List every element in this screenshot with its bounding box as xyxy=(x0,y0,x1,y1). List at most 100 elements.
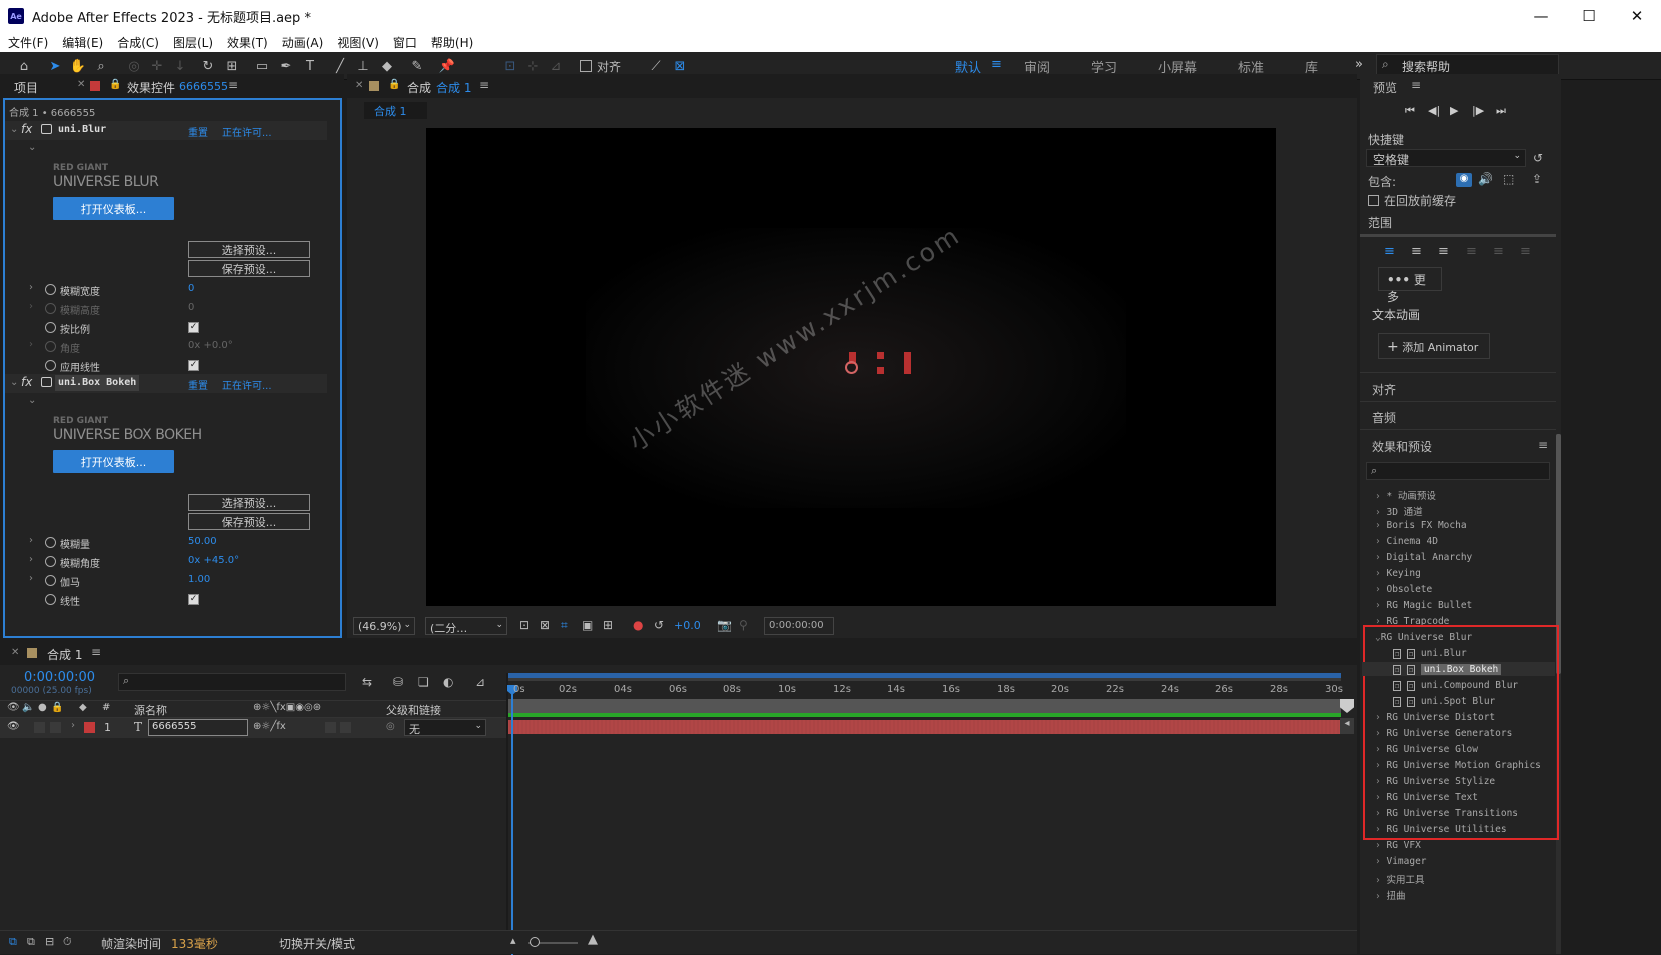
layer-label-color[interactable] xyxy=(84,722,95,733)
snapshot-icon[interactable]: 📷 xyxy=(717,618,732,632)
lock-icon[interactable]: 🔒 xyxy=(388,79,400,90)
current-time-display[interactable]: 0:00:00:00 xyxy=(764,617,834,635)
param-value[interactable]: 0x +45.0° xyxy=(188,555,239,566)
zoom-tool-icon[interactable]: ⌕ xyxy=(91,56,111,76)
stopwatch-icon[interactable] xyxy=(45,537,56,548)
panel-menu-icon[interactable]: ≡ xyxy=(479,78,489,92)
align-center-icon[interactable]: ≡ xyxy=(1411,244,1422,259)
menu-window[interactable]: 窗口 xyxy=(393,34,417,51)
selection-tool-icon[interactable]: ➤ xyxy=(45,56,65,76)
category-rg-universe-distort[interactable]: › RG Universe Distort xyxy=(1375,712,1495,723)
category-utility[interactable]: › 实用工具 xyxy=(1375,872,1424,886)
justify-right-icon[interactable]: ≡ xyxy=(1520,244,1531,259)
category-rg-magic-bullet[interactable]: › RG Magic Bullet xyxy=(1375,600,1472,611)
menu-view[interactable]: 视图(V) xyxy=(337,34,379,51)
shy-layers-icon[interactable]: ❏ xyxy=(418,675,429,689)
resolution-dropdown[interactable]: (二分… ⌄ xyxy=(425,617,507,635)
license-link[interactable]: 正在许可... xyxy=(222,377,272,392)
param-value[interactable]: 1.00 xyxy=(188,574,210,585)
toggle-switches-modes[interactable]: 切换开关/模式 xyxy=(279,935,355,952)
timeline-current-time[interactable]: 0:00:00:00 xyxy=(24,670,95,685)
adjustment-toggle[interactable] xyxy=(340,722,351,733)
save-preset-button[interactable]: 保存预设... xyxy=(188,513,310,530)
add-animator-button[interactable]: + 添加 Animator xyxy=(1378,333,1490,359)
region-of-interest-icon[interactable]: ⊡ xyxy=(519,618,529,632)
category-keying[interactable]: › Keying xyxy=(1375,568,1421,579)
zoom-out-icon[interactable]: ▴ xyxy=(510,934,516,947)
category-rg-universe-transitions[interactable]: › RG Universe Transitions xyxy=(1375,808,1518,819)
layer-search-input[interactable]: ⌕ xyxy=(118,673,346,691)
category-rg-vfx[interactable]: › RG VFX xyxy=(1375,840,1421,851)
menu-animation[interactable]: 动画(A) xyxy=(282,34,324,51)
keyframe-nav-icon[interactable]: ◂ xyxy=(1340,718,1354,734)
effect-uni-spot-blur[interactable]: ❐ ❐ uni.Spot Blur xyxy=(1393,696,1495,707)
audio-panel-title[interactable]: 音频 xyxy=(1372,409,1396,426)
category-rg-universe-text[interactable]: › RG Universe Text xyxy=(1375,792,1478,803)
param-expand-icon[interactable]: › xyxy=(29,301,33,312)
category-rg-universe-glow[interactable]: › RG Universe Glow xyxy=(1375,744,1478,755)
tab-composition[interactable]: 合成 xyxy=(407,79,431,96)
stopwatch-icon[interactable] xyxy=(45,594,56,605)
stopwatch-icon[interactable] xyxy=(45,284,56,295)
visibility-toggle-icon[interactable]: 👁 xyxy=(7,721,20,732)
reset-icon[interactable]: ↺ xyxy=(1533,151,1543,165)
param-value[interactable]: 50.00 xyxy=(188,536,217,547)
category-3d-channel[interactable]: › 3D 通道 xyxy=(1375,504,1423,518)
effect-header-uni-blur[interactable]: ⌄ fx uni.Blur 重置 正在许可... xyxy=(5,121,327,140)
fx-icon[interactable]: fx xyxy=(21,375,32,389)
export-icon[interactable]: ⇪ xyxy=(1532,172,1542,186)
parent-dropdown[interactable]: 无 ⌄ xyxy=(404,719,486,736)
last-frame-icon[interactable]: ⏭ xyxy=(1496,104,1506,118)
work-area-range[interactable] xyxy=(508,673,1341,678)
comp-mini-flowchart-icon[interactable]: ⇆ xyxy=(362,675,372,689)
dolly-tool-icon[interactable]: ↓ xyxy=(170,56,190,76)
snap-grid-icon[interactable]: ⊠ xyxy=(670,56,690,76)
align-right-icon[interactable]: ≡ xyxy=(1438,244,1449,259)
stopwatch-icon[interactable] xyxy=(45,360,56,371)
expand-icon[interactable]: ⌄ xyxy=(28,142,36,153)
clone-stamp-tool-icon[interactable]: ⊥ xyxy=(353,56,373,76)
render-time-pane-icon[interactable]: ⏱ xyxy=(63,935,72,949)
category-rg-universe-motion-graphics[interactable]: › RG Universe Motion Graphics xyxy=(1375,760,1541,771)
hand-tool-icon[interactable]: ✋ xyxy=(68,56,88,76)
mask-visibility-icon[interactable]: ⌗ xyxy=(561,618,568,633)
category-vimager[interactable]: › Vimager xyxy=(1375,856,1427,867)
category-boris-fx-mocha[interactable]: › Boris FX Mocha xyxy=(1375,520,1467,531)
stopwatch-icon[interactable] xyxy=(45,322,56,333)
open-dashboard-button[interactable]: 打开仪表板... xyxy=(53,450,174,473)
save-preset-button[interactable]: 保存预设... xyxy=(188,260,310,277)
close-button[interactable]: ✕ xyxy=(1613,0,1661,32)
pen-tool-icon[interactable]: ✒ xyxy=(276,56,296,76)
audio-toggle[interactable] xyxy=(34,722,45,733)
safe-margins-icon[interactable]: ▣ xyxy=(582,618,593,632)
view-axis-icon[interactable]: ⊿ xyxy=(546,56,566,76)
layer-expand-icon[interactable]: › xyxy=(71,720,75,731)
category-rg-universe-blur[interactable]: ⌄RG Universe Blur xyxy=(1375,632,1472,643)
category-rg-universe-generators[interactable]: › RG Universe Generators xyxy=(1375,728,1512,739)
justify-left-icon[interactable]: ≡ xyxy=(1466,244,1477,259)
work-area-end-marker[interactable] xyxy=(1340,699,1354,713)
menu-effect[interactable]: 效果(T) xyxy=(227,34,268,51)
audio-toggle-icon[interactable]: 🔊 xyxy=(1478,172,1493,186)
workspace-menu-icon[interactable]: ≡ xyxy=(991,57,1002,72)
shortcut-dropdown[interactable]: 空格键 ⌄ xyxy=(1366,149,1526,167)
zoom-dropdown[interactable]: (46.9%) ⌄ xyxy=(353,617,415,635)
composition-viewer[interactable]: 小小软件迷 www.xxrjm.com xyxy=(426,128,1276,606)
align-checkbox[interactable] xyxy=(580,60,592,72)
video-toggle-icon[interactable]: ◉ xyxy=(1456,173,1472,187)
pickwhip-icon[interactable]: ◎ xyxy=(386,721,395,732)
menu-edit[interactable]: 编辑(E) xyxy=(62,34,103,51)
layer-switches-pane-icon[interactable]: ⧉ xyxy=(9,935,17,949)
align-left-icon[interactable]: ≡ xyxy=(1384,244,1395,259)
transparency-grid-icon[interactable]: ⊠ xyxy=(540,618,550,632)
world-axis-icon[interactable]: ⊹ xyxy=(523,56,543,76)
brush-tool-icon[interactable]: ╱ xyxy=(330,56,350,76)
home-icon[interactable]: ⌂ xyxy=(14,56,34,76)
effect-uni-compound-blur[interactable]: ❐ ❐ uni.Compound Blur xyxy=(1393,680,1518,691)
reset-exposure-icon[interactable]: ↺ xyxy=(654,618,664,632)
layer-switches-icons[interactable]: ⊕☼╱fx xyxy=(253,721,286,732)
grid-icon[interactable]: ⊞ xyxy=(603,618,613,632)
select-preset-button[interactable]: 选择预设... xyxy=(188,494,310,511)
justify-center-icon[interactable]: ≡ xyxy=(1493,244,1504,259)
effect-uni-blur[interactable]: ❐ ❐ uni.Blur xyxy=(1393,648,1467,659)
